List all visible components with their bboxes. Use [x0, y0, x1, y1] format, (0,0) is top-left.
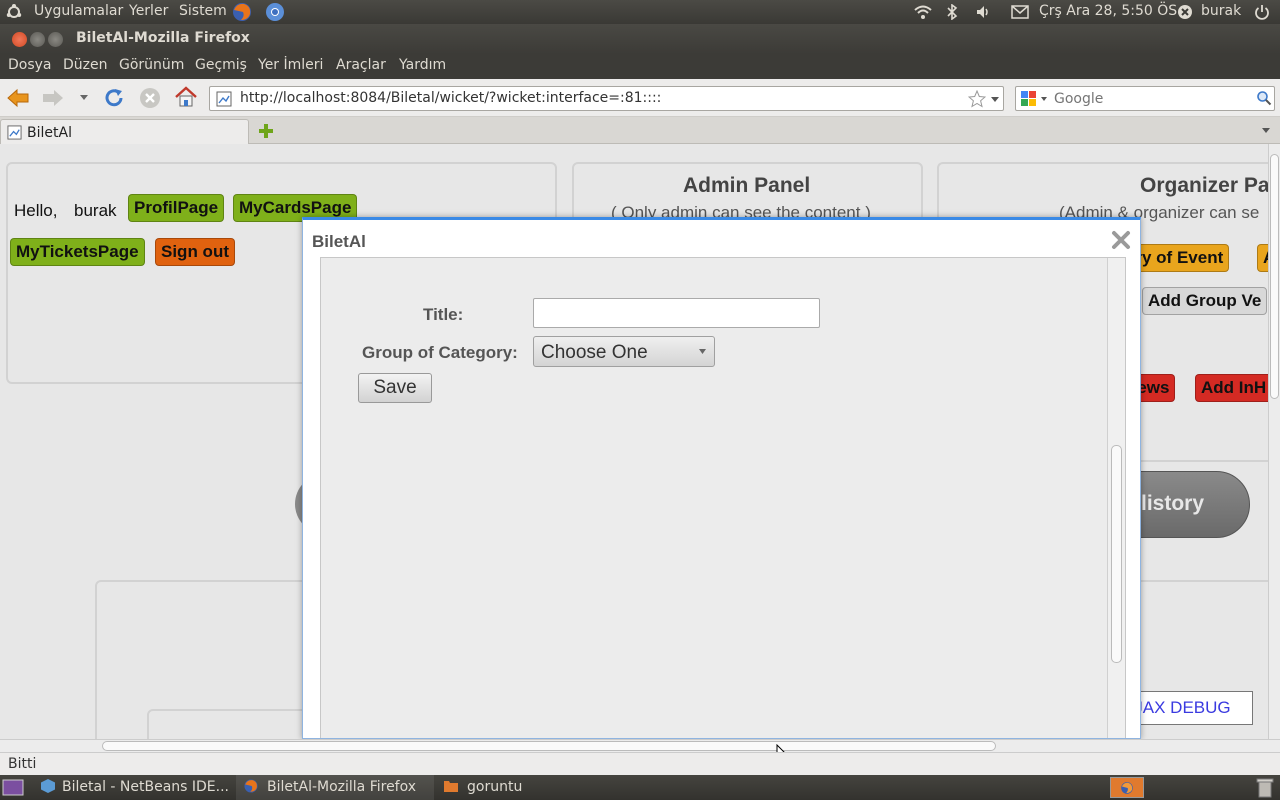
menu-help[interactable]: Yardım [399, 57, 446, 73]
taskbar-item-netbeans[interactable]: Biletal - NetBeans IDE... [40, 775, 232, 800]
volume-icon[interactable] [975, 4, 991, 20]
menu-system[interactable]: Sistem [179, 3, 227, 19]
menu-view[interactable]: Görünüm [119, 57, 184, 73]
search-box[interactable] [1015, 86, 1275, 111]
organizer-panel-title: Organizer Pa [1140, 174, 1268, 197]
add-group-venue-button[interactable]: Add Group Ve [1142, 287, 1268, 315]
page-vscroll-thumb[interactable] [1270, 154, 1279, 399]
window-title: BiletAl-Mozilla Firefox [76, 30, 250, 46]
bluetooth-icon[interactable] [946, 4, 958, 20]
save-button[interactable]: Save [358, 373, 432, 403]
maximize-window-icon[interactable] [48, 32, 63, 47]
reload-icon[interactable] [103, 87, 125, 109]
page-favicon-icon [216, 91, 232, 107]
username-text: burak [74, 201, 117, 220]
chevron-down-icon [698, 348, 707, 356]
bookmark-star-icon[interactable] [968, 90, 986, 108]
title-label: Title: [423, 305, 464, 324]
tab-list-dropdown-icon[interactable] [1261, 127, 1271, 135]
close-icon[interactable] [1110, 229, 1132, 251]
address-bar[interactable]: http://localhost:8084/Biletal/wicket/?wi… [209, 86, 1004, 111]
tab-label: BiletAl [27, 125, 72, 141]
ubuntu-logo-icon[interactable] [6, 4, 22, 20]
group-of-category-label: Group of Category: [362, 343, 518, 362]
modal-body: Title: Group of Category: Choose One Sav… [320, 257, 1126, 738]
sign-out-button[interactable]: Sign out [155, 238, 235, 266]
chromium-icon[interactable] [264, 1, 286, 23]
tab-strip: BiletAl [0, 117, 1280, 144]
profil-page-button[interactable]: ProfilPage [128, 194, 225, 222]
firefox-icon[interactable] [231, 1, 253, 23]
url-text[interactable]: http://localhost:8084/Biletal/wicket/?wi… [240, 90, 661, 106]
modal-scroll-thumb[interactable] [1111, 445, 1122, 663]
modal-scrollbar[interactable] [1107, 258, 1125, 738]
taskbar-item-goruntu[interactable]: goruntu [443, 775, 563, 800]
back-arrow-icon[interactable] [6, 87, 30, 109]
show-desktop-icon[interactable] [2, 779, 24, 796]
page-horizontal-scrollbar[interactable] [0, 739, 1280, 752]
category-selected-value: Choose One [541, 342, 648, 363]
bottom-taskbar: Biletal - NetBeans IDE... BiletAl-Mozill… [0, 775, 1280, 800]
admin-panel-title: Admin Panel [683, 174, 811, 197]
menubar: Dosya Düzen Görünüm Geçmiş Yer İmleri Ar… [0, 54, 1280, 79]
close-window-icon[interactable] [12, 32, 27, 47]
google-engine-icon[interactable] [1020, 90, 1050, 108]
user-icon [1177, 4, 1193, 20]
tab-biletal[interactable]: BiletAl [0, 119, 249, 144]
wifi-icon[interactable] [914, 4, 932, 20]
modal-dialog: BiletAl Title: Group of Category: Choose… [302, 217, 1141, 739]
menu-file[interactable]: Dosya [8, 57, 52, 73]
greeting-text: Hello, [14, 201, 58, 220]
netbeans-icon [41, 779, 55, 793]
status-text: Bitti [8, 756, 37, 772]
power-icon[interactable] [1254, 4, 1270, 20]
forward-arrow-icon[interactable] [41, 87, 65, 109]
window-titlebar: BiletAl-Mozilla Firefox [0, 24, 1280, 54]
add-inhouse-button[interactable]: Add InH [1195, 374, 1268, 402]
taskbar-firefox-label: BiletAl-Mozilla Firefox [267, 779, 417, 795]
folder-icon [444, 781, 458, 792]
stop-icon[interactable] [139, 87, 161, 109]
home-icon[interactable] [174, 86, 198, 108]
history-dropdown-icon[interactable] [79, 94, 89, 102]
organizer-amber-button-2[interactable]: A [1257, 244, 1268, 272]
tab-favicon-icon [7, 125, 22, 140]
taskbar-goruntu-label: goruntu [467, 779, 523, 795]
taskbar-item-firefox[interactable]: BiletAl-Mozilla Firefox [236, 775, 434, 800]
title-input[interactable] [533, 298, 820, 328]
workspace-switcher-icon[interactable] [1110, 777, 1144, 798]
status-bar: Bitti [0, 752, 1280, 775]
user-name[interactable]: burak [1201, 3, 1241, 19]
search-input[interactable] [1054, 88, 1254, 109]
page-hscroll-thumb[interactable] [102, 741, 996, 751]
url-dropdown-icon[interactable] [990, 96, 1000, 104]
menu-bookmarks[interactable]: Yer İmleri [258, 57, 323, 73]
trash-icon[interactable] [1256, 777, 1274, 798]
minimize-window-icon[interactable] [30, 32, 45, 47]
menu-places[interactable]: Yerler [129, 3, 168, 19]
modal-title: BiletAl [312, 232, 366, 251]
menu-applications[interactable]: Uygulamalar [34, 3, 123, 19]
my-tickets-page-button[interactable]: MyTicketsPage [10, 238, 145, 266]
clock[interactable]: Çrş Ara 28, 5:50 ÖS [1039, 3, 1177, 19]
firefox-taskbar-icon [244, 779, 258, 793]
menu-tools[interactable]: Araçlar [336, 57, 386, 73]
navigation-toolbar: http://localhost:8084/Biletal/wicket/?wi… [0, 79, 1280, 117]
new-tab-plus-icon[interactable] [257, 122, 275, 140]
top-panel: Uygulamalar Yerler Sistem Çrş Ara 28, 5:… [0, 0, 1280, 24]
mail-icon[interactable] [1011, 5, 1029, 19]
menu-edit[interactable]: Düzen [63, 57, 108, 73]
taskbar-netbeans-label: Biletal - NetBeans IDE... [62, 779, 230, 795]
menu-history[interactable]: Geçmiş [195, 57, 247, 73]
search-icon[interactable] [1256, 90, 1272, 106]
group-of-category-select[interactable]: Choose One [533, 336, 715, 367]
page-vertical-scrollbar[interactable] [1268, 144, 1280, 739]
